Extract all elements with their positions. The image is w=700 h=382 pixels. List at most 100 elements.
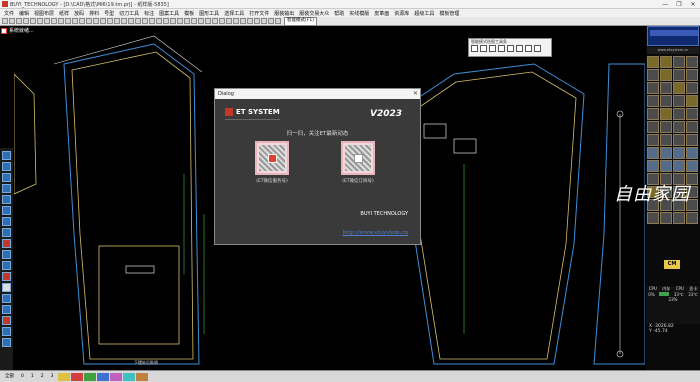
pleat-icon[interactable] bbox=[226, 18, 232, 24]
delete-tool-icon[interactable] bbox=[2, 272, 11, 281]
line-tool-icon[interactable] bbox=[2, 162, 11, 171]
tool-icon[interactable] bbox=[686, 108, 698, 120]
tool-icon[interactable] bbox=[686, 82, 698, 94]
pleat-tool-icon[interactable] bbox=[2, 250, 11, 259]
circle-tool-icon[interactable] bbox=[2, 195, 11, 204]
tool-icon[interactable] bbox=[673, 56, 685, 68]
tool-icon[interactable] bbox=[660, 121, 672, 133]
tool-icon[interactable] bbox=[660, 134, 672, 146]
menu-item[interactable]: 皮革面 bbox=[374, 10, 389, 17]
notch-tool-icon[interactable] bbox=[2, 261, 11, 270]
menu-item[interactable]: 模板 bbox=[184, 10, 194, 17]
tool-icon[interactable] bbox=[686, 212, 698, 224]
zoom-out-icon[interactable] bbox=[51, 18, 57, 24]
tool-icon[interactable] bbox=[660, 147, 672, 159]
menu-item[interactable]: 纸样 bbox=[59, 10, 69, 17]
float-tool-icon[interactable] bbox=[498, 45, 505, 52]
menu-item[interactable]: 服装交易大众 bbox=[299, 10, 329, 17]
open-file-icon[interactable] bbox=[9, 18, 15, 24]
tool-icon[interactable] bbox=[647, 160, 659, 172]
color-swatch[interactable] bbox=[109, 372, 122, 381]
tool-icon[interactable] bbox=[673, 69, 685, 81]
zoom-fit-icon[interactable] bbox=[58, 18, 64, 24]
layer-all-button[interactable]: 全部 bbox=[2, 373, 17, 381]
color-swatch[interactable] bbox=[96, 372, 109, 381]
menu-item[interactable]: 号型 bbox=[104, 10, 114, 17]
help-icon[interactable] bbox=[261, 18, 267, 24]
check-icon[interactable] bbox=[247, 18, 253, 24]
menu-item[interactable]: 文件 bbox=[4, 10, 14, 17]
float-tool-icon[interactable] bbox=[516, 45, 523, 52]
snap-icon[interactable] bbox=[107, 18, 113, 24]
plot-icon[interactable] bbox=[275, 18, 281, 24]
tool-icon[interactable] bbox=[686, 134, 698, 146]
menu-item[interactable]: 选择工具 bbox=[224, 10, 244, 17]
seam-icon[interactable] bbox=[240, 18, 246, 24]
dart-icon[interactable] bbox=[219, 18, 225, 24]
rect-tool-icon[interactable] bbox=[2, 206, 11, 215]
pointer-mode-icon[interactable] bbox=[1, 27, 7, 34]
curve-icon[interactable] bbox=[177, 18, 183, 24]
pattern-piece-back[interactable] bbox=[593, 63, 645, 365]
minimize-button[interactable]: — bbox=[658, 1, 672, 8]
tool-icon[interactable] bbox=[686, 160, 698, 172]
tool-icon[interactable] bbox=[686, 95, 698, 107]
tool-icon[interactable] bbox=[673, 160, 685, 172]
color-swatch[interactable] bbox=[122, 372, 135, 381]
tool-icon[interactable] bbox=[660, 56, 672, 68]
menu-item[interactable]: 图案工具 bbox=[159, 10, 179, 17]
float-tool-icon[interactable] bbox=[471, 45, 478, 52]
menu-item[interactable]: 编辑 bbox=[19, 10, 29, 17]
pattern-piece-front[interactable] bbox=[53, 35, 205, 365]
menu-item[interactable]: 资源库 bbox=[394, 10, 409, 17]
export-icon[interactable] bbox=[254, 18, 260, 24]
cut-icon[interactable] bbox=[198, 18, 204, 24]
tool-icon[interactable] bbox=[673, 134, 685, 146]
text-tool-icon[interactable] bbox=[2, 283, 11, 292]
tool-icon[interactable] bbox=[647, 56, 659, 68]
float-tool-icon[interactable] bbox=[507, 45, 514, 52]
redo-icon[interactable] bbox=[37, 18, 43, 24]
layer-button[interactable]: 3 bbox=[48, 373, 57, 381]
menu-item[interactable]: 模板管理 bbox=[439, 10, 459, 17]
measure-icon[interactable] bbox=[86, 18, 92, 24]
rotate-tool-icon[interactable] bbox=[2, 338, 11, 347]
tool-icon[interactable] bbox=[647, 108, 659, 120]
color-swatch[interactable] bbox=[83, 372, 96, 381]
new-file-icon[interactable] bbox=[2, 18, 8, 24]
grade-tool-icon[interactable] bbox=[2, 305, 11, 314]
float-tool-icon[interactable] bbox=[534, 45, 541, 52]
tool-icon[interactable] bbox=[660, 160, 672, 172]
maximize-button[interactable]: ❐ bbox=[672, 1, 686, 8]
print-icon[interactable] bbox=[23, 18, 29, 24]
button-icon[interactable] bbox=[233, 18, 239, 24]
tool-icon[interactable] bbox=[647, 147, 659, 159]
pattern-piece-sleeve[interactable] bbox=[393, 63, 585, 365]
color-swatch[interactable] bbox=[70, 372, 83, 381]
settings-icon[interactable] bbox=[268, 18, 274, 24]
tool-icon[interactable] bbox=[647, 95, 659, 107]
close-window-button[interactable]: ✕ bbox=[686, 1, 700, 8]
pan-icon[interactable] bbox=[65, 18, 71, 24]
dart-tool-icon[interactable] bbox=[2, 239, 11, 248]
layer-button[interactable]: 2 bbox=[38, 373, 47, 381]
float-tool-icon[interactable] bbox=[525, 45, 532, 52]
menu-item[interactable]: 标注 bbox=[144, 10, 154, 17]
menu-item[interactable]: 图形工具 bbox=[199, 10, 219, 17]
tool-icon[interactable] bbox=[647, 69, 659, 81]
curve-tool-icon[interactable] bbox=[2, 173, 11, 182]
tool-icon[interactable] bbox=[686, 147, 698, 159]
zoom-in-icon[interactable] bbox=[44, 18, 50, 24]
tool-icon[interactable] bbox=[660, 95, 672, 107]
tool-icon[interactable] bbox=[673, 95, 685, 107]
tool-icon[interactable] bbox=[647, 134, 659, 146]
menu-item[interactable]: 帮助 bbox=[334, 10, 344, 17]
dialog-close-button[interactable]: ✕ bbox=[413, 89, 418, 99]
mode-combo[interactable]: 智能模式(F1) bbox=[284, 16, 317, 26]
tool-icon[interactable] bbox=[660, 69, 672, 81]
tool-icon[interactable] bbox=[686, 69, 698, 81]
tool-icon[interactable] bbox=[686, 56, 698, 68]
rotate-icon[interactable] bbox=[191, 18, 197, 24]
refresh-icon[interactable] bbox=[72, 18, 78, 24]
menu-item[interactable]: 放码 bbox=[74, 10, 84, 17]
